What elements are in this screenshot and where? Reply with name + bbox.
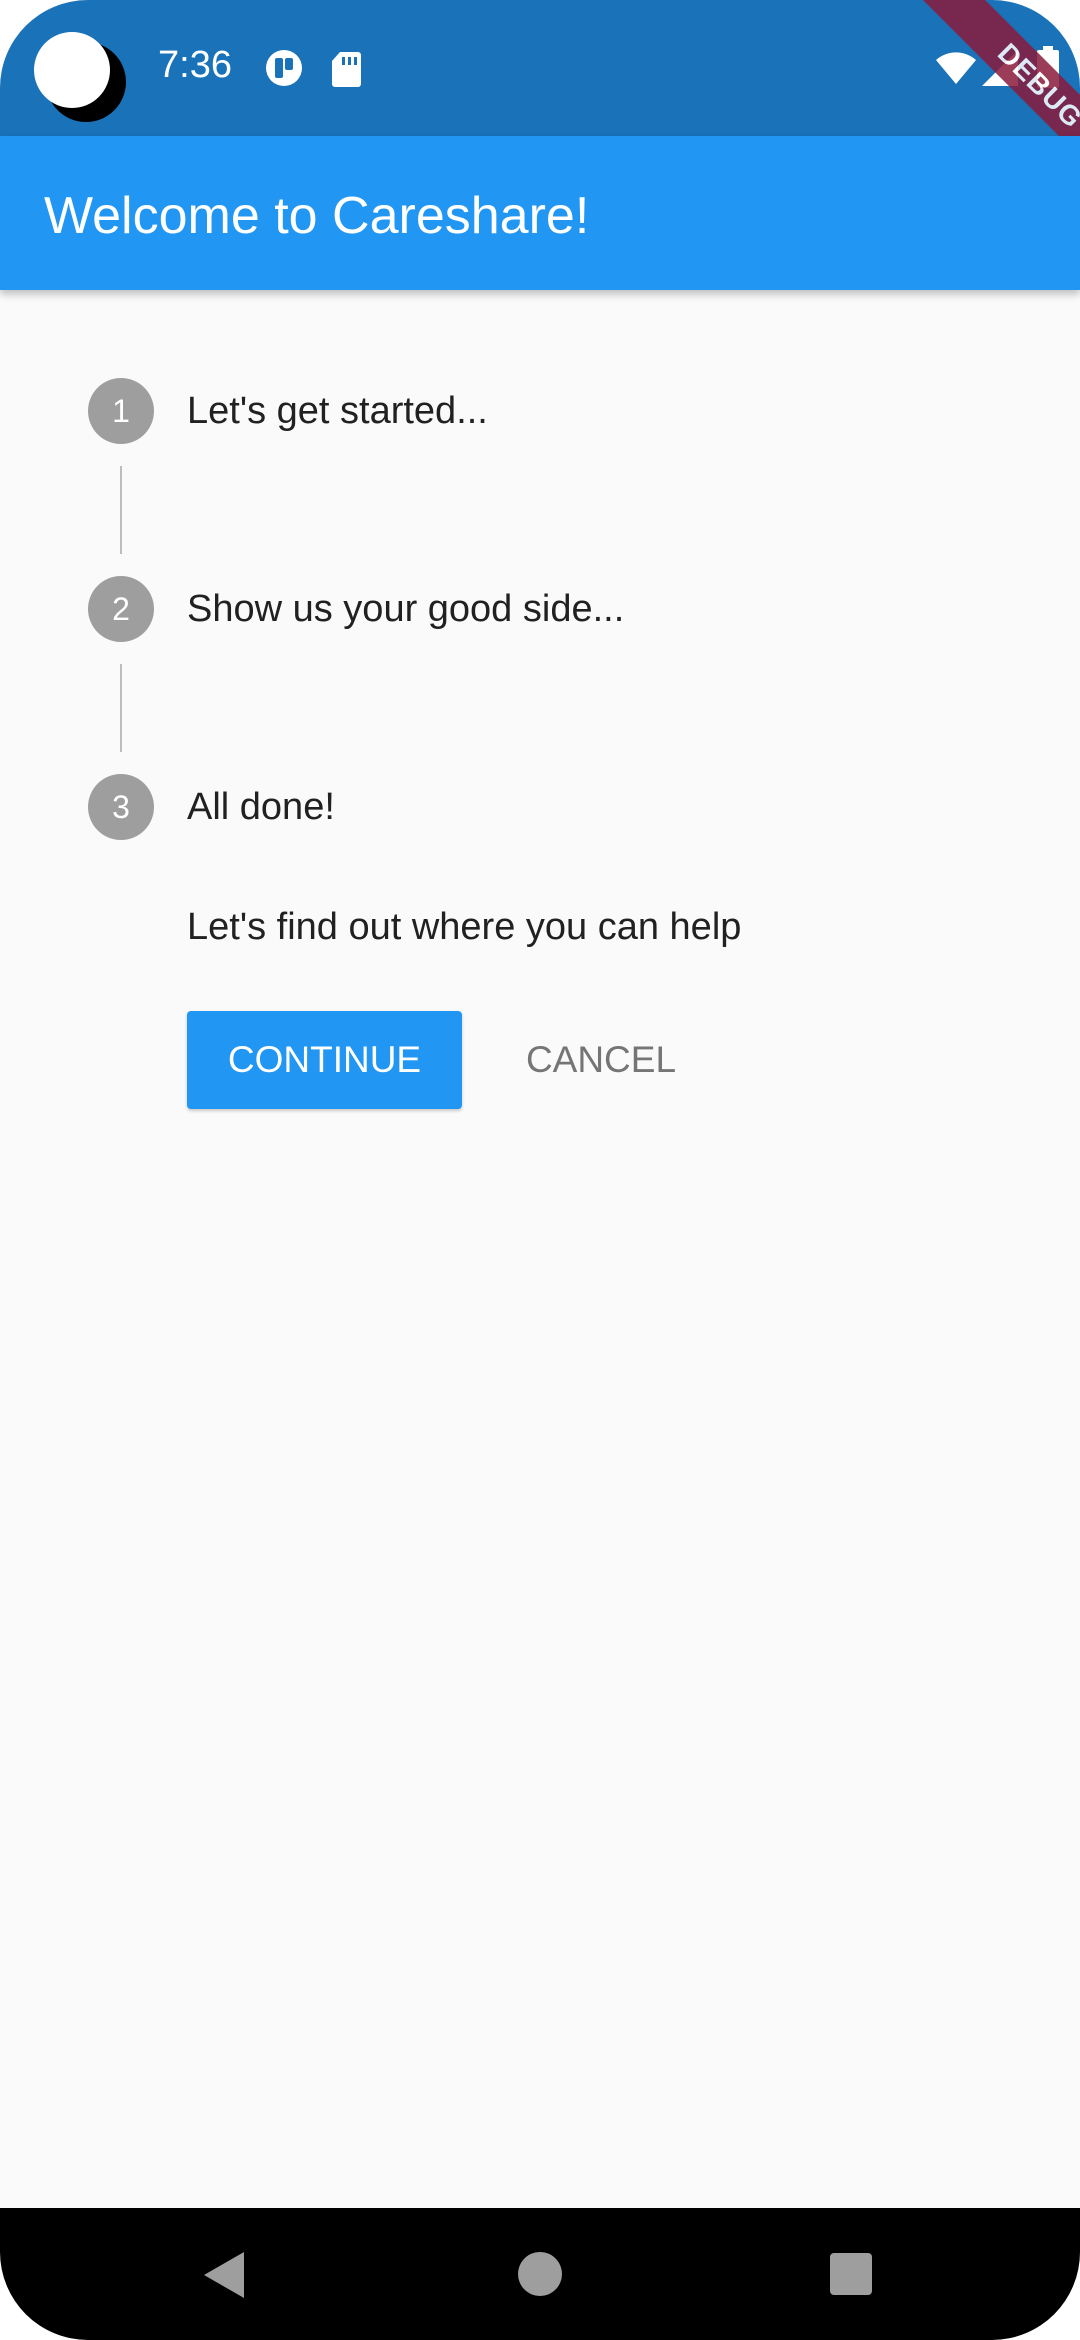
back-icon[interactable] bbox=[200, 2250, 248, 2300]
status-time: 7:36 bbox=[158, 44, 232, 86]
cancel-button[interactable]: CANCEL bbox=[506, 1011, 696, 1109]
phone-screen: 7:36 DEBUG Welcome to Careshare! 1 Let's… bbox=[0, 0, 1080, 2340]
step-3-circle[interactable]: 3 bbox=[88, 774, 154, 840]
wifi-icon bbox=[936, 52, 976, 84]
sd-card-icon bbox=[332, 52, 361, 87]
recents-icon[interactable] bbox=[830, 2253, 872, 2295]
step-2-circle[interactable]: 2 bbox=[88, 576, 154, 642]
step-1-title[interactable]: Let's get started... bbox=[187, 390, 488, 433]
step-3-title[interactable]: All done! bbox=[187, 786, 335, 829]
app-title: Welcome to Careshare! bbox=[44, 187, 590, 245]
step-1-circle[interactable]: 1 bbox=[88, 378, 154, 444]
pip-icon bbox=[266, 50, 302, 86]
step-connector-2 bbox=[120, 664, 122, 752]
step-2-title[interactable]: Show us your good side... bbox=[187, 588, 624, 631]
app-bar: Welcome to Careshare! bbox=[0, 136, 1080, 290]
step-connector-1 bbox=[120, 466, 122, 554]
continue-button[interactable]: CONTINUE bbox=[187, 1011, 462, 1109]
status-bar: 7:36 bbox=[0, 0, 1080, 136]
home-icon[interactable] bbox=[518, 2252, 562, 2296]
step-3-content: Let's find out where you can help bbox=[187, 906, 742, 948]
navigation-bar bbox=[0, 2208, 1080, 2340]
camera-cutout bbox=[34, 32, 126, 124]
